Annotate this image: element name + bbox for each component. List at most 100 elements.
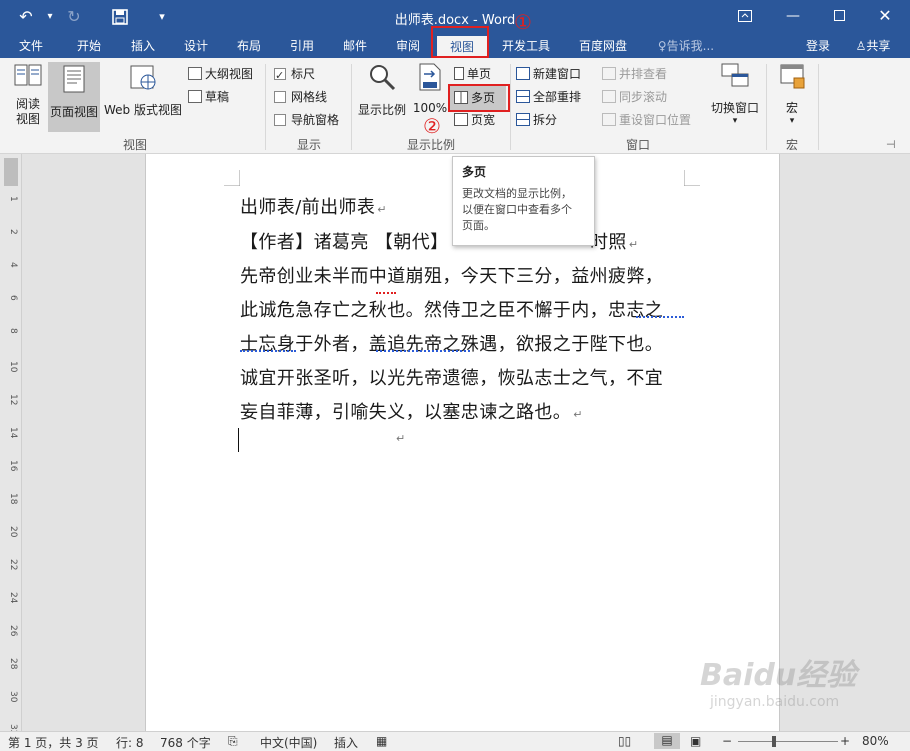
reset-window-position-button[interactable]: 重设窗口位置	[602, 110, 691, 130]
zoom-button[interactable]: 显示比例	[356, 62, 408, 118]
tooltip-line: 页面。	[462, 219, 495, 232]
tab-references[interactable]: 引用	[279, 34, 325, 58]
outline-view-button[interactable]: 大纲视图	[188, 64, 253, 84]
zoom-slider[interactable]	[738, 741, 838, 742]
pin-ribbon-icon[interactable]: ⊣	[886, 138, 896, 151]
web-layout-view-icon[interactable]: ▣	[690, 734, 701, 748]
split-label: 拆分	[533, 113, 558, 127]
new-window-button[interactable]: 新建窗口	[516, 64, 581, 84]
multiple-pages-tooltip: 多页 更改文档的显示比例， 以便在窗口中查看多个 页面。	[452, 156, 595, 246]
maximize-button[interactable]	[824, 4, 854, 28]
doc-text: 先帝创业未半而中道崩殂，今天下三分，益州疲弊，	[240, 266, 664, 287]
print-layout-button[interactable]: 页面视图	[48, 62, 100, 132]
new-window-label: 新建窗口	[533, 67, 582, 81]
read-mode-label-2: 视图	[15, 112, 40, 126]
doc-line-tail: 时照 ↵	[590, 228, 638, 254]
tab-mailings[interactable]: 邮件	[332, 34, 378, 58]
ruler-tick-label: 4	[8, 262, 18, 268]
status-page-count[interactable]: 第 1 页，共 3 页	[8, 734, 99, 751]
minimize-button[interactable]: —	[778, 4, 808, 28]
ruler-tick-label: 6	[8, 295, 18, 301]
view-side-by-side-button[interactable]: 并排查看	[602, 64, 667, 84]
side-by-side-label: 并排查看	[619, 67, 668, 81]
zoom-slider-thumb[interactable]	[772, 736, 776, 747]
split-button[interactable]: 拆分	[516, 110, 557, 130]
zoom-in-button[interactable]: +	[840, 734, 850, 748]
status-insert-mode[interactable]: 插入	[334, 734, 358, 751]
arrange-all-button[interactable]: 全部重排	[516, 87, 581, 107]
chevron-down-icon: ▾	[732, 116, 738, 126]
tooltip-line: 更改文档的显示比例，	[462, 187, 572, 200]
group-label-views: 视图	[122, 138, 147, 152]
ruler-checkbox[interactable]: 标尺	[274, 64, 315, 86]
web-layout-button[interactable]: Web 版式视图	[102, 62, 184, 118]
annotation-step-2: ②	[423, 114, 441, 138]
ruler-tick-label: 20	[8, 526, 18, 538]
macros-button[interactable]: 宏 ▾	[772, 62, 812, 126]
read-mode-button[interactable]: 阅读 视图	[8, 62, 48, 127]
ruler-tick-label: 22	[8, 559, 18, 571]
group-label-zoom: 显示比例	[406, 138, 455, 152]
switch-windows-button[interactable]: 切换窗口 ▾	[706, 62, 764, 126]
share-button[interactable]: ♙共享	[842, 34, 904, 58]
tab-baidu-netdisk[interactable]: 百度网盘	[572, 34, 634, 58]
read-mode-icon	[14, 64, 42, 86]
switch-windows-icon	[721, 63, 749, 87]
macro-record-icon[interactable]: ▦	[376, 734, 387, 748]
checkbox-unchecked-icon	[274, 91, 286, 103]
group-label-window: 窗口	[625, 138, 650, 152]
paragraph-mark: ↵	[396, 432, 406, 445]
doc-line: 【作者】诸葛亮 【朝代】	[240, 228, 449, 254]
tab-layout[interactable]: 布局	[226, 34, 272, 58]
gridlines-label: 网格线	[291, 90, 328, 104]
annotation-box-view-tab	[431, 26, 489, 58]
gridlines-checkbox[interactable]: 网格线	[274, 87, 327, 107]
zoom-100-button[interactable]: 100%	[412, 62, 448, 115]
sign-in-link[interactable]: 登录	[798, 34, 838, 58]
tab-insert[interactable]: 插入	[120, 34, 166, 58]
tab-review[interactable]: 审阅	[385, 34, 431, 58]
ruler-tick-label: 1	[8, 196, 18, 202]
vertical-ruler[interactable]: 1 2 4 6 8 10 12 14 16 18 20 22 24 26 28 30 32	[0, 154, 22, 735]
ruler-tick-label: 18	[8, 493, 18, 505]
one-page-button[interactable]: 单页	[454, 64, 491, 84]
doc-text: 此诚危急存亡之秋也。然侍卫之臣不懈于内，忠志之	[240, 300, 664, 321]
proofing-icon[interactable]: ⎘	[228, 734, 238, 749]
tell-me-search[interactable]: ♀告诉我...	[650, 34, 722, 58]
tab-design[interactable]: 设计	[173, 34, 219, 58]
ruler-tick-label: 10	[8, 361, 18, 373]
tab-developer[interactable]: 开发工具	[495, 34, 557, 58]
spell-error-underline	[376, 292, 396, 294]
zoom-out-button[interactable]: −	[722, 734, 732, 748]
group-separator	[818, 64, 819, 150]
read-mode-view-icon[interactable]: ▯▯	[618, 734, 631, 748]
doc-text: 时照	[590, 232, 627, 253]
status-word-count[interactable]: 768 个字	[160, 734, 211, 751]
page-width-button[interactable]: 页宽	[454, 110, 495, 130]
ruler-tick-label: 26	[8, 625, 18, 637]
zoom-100-icon	[419, 63, 441, 91]
status-language[interactable]: 中文(中国)	[260, 734, 317, 751]
doc-line: 诚宜开张圣听，以光先帝遗德，恢弘志士之气，不宜	[240, 364, 663, 390]
checkbox-unchecked-icon	[274, 114, 286, 126]
navigation-pane-checkbox[interactable]: 导航窗格	[274, 110, 339, 130]
print-layout-view-icon[interactable]: ▤	[654, 733, 680, 749]
close-button[interactable]: ✕	[870, 4, 900, 28]
tooltip-line: 以便在窗口中查看多个	[462, 203, 572, 216]
tab-home[interactable]: 开始	[66, 34, 112, 58]
draft-view-button[interactable]: 草稿	[188, 87, 229, 107]
macros-icon	[780, 64, 805, 89]
watermark-url: jingyan.baidu.com	[710, 694, 840, 710]
web-layout-icon	[130, 65, 156, 90]
margin-corner-mark	[224, 170, 240, 186]
group-label-macros: 宏	[785, 138, 798, 152]
new-window-icon	[516, 67, 530, 80]
baidu-watermark: Baidu经验 jingyan.baidu.com	[700, 650, 900, 730]
synchronous-scrolling-button[interactable]: 同步滚动	[602, 87, 667, 107]
status-zoom-level[interactable]: 80%	[862, 734, 889, 748]
ruler-tick-label: 14	[8, 427, 18, 439]
page-width-label: 页宽	[471, 113, 496, 127]
tab-file[interactable]: 文件	[8, 34, 54, 58]
ribbon-display-icon[interactable]	[730, 4, 760, 28]
arrange-all-label: 全部重排	[533, 90, 582, 104]
